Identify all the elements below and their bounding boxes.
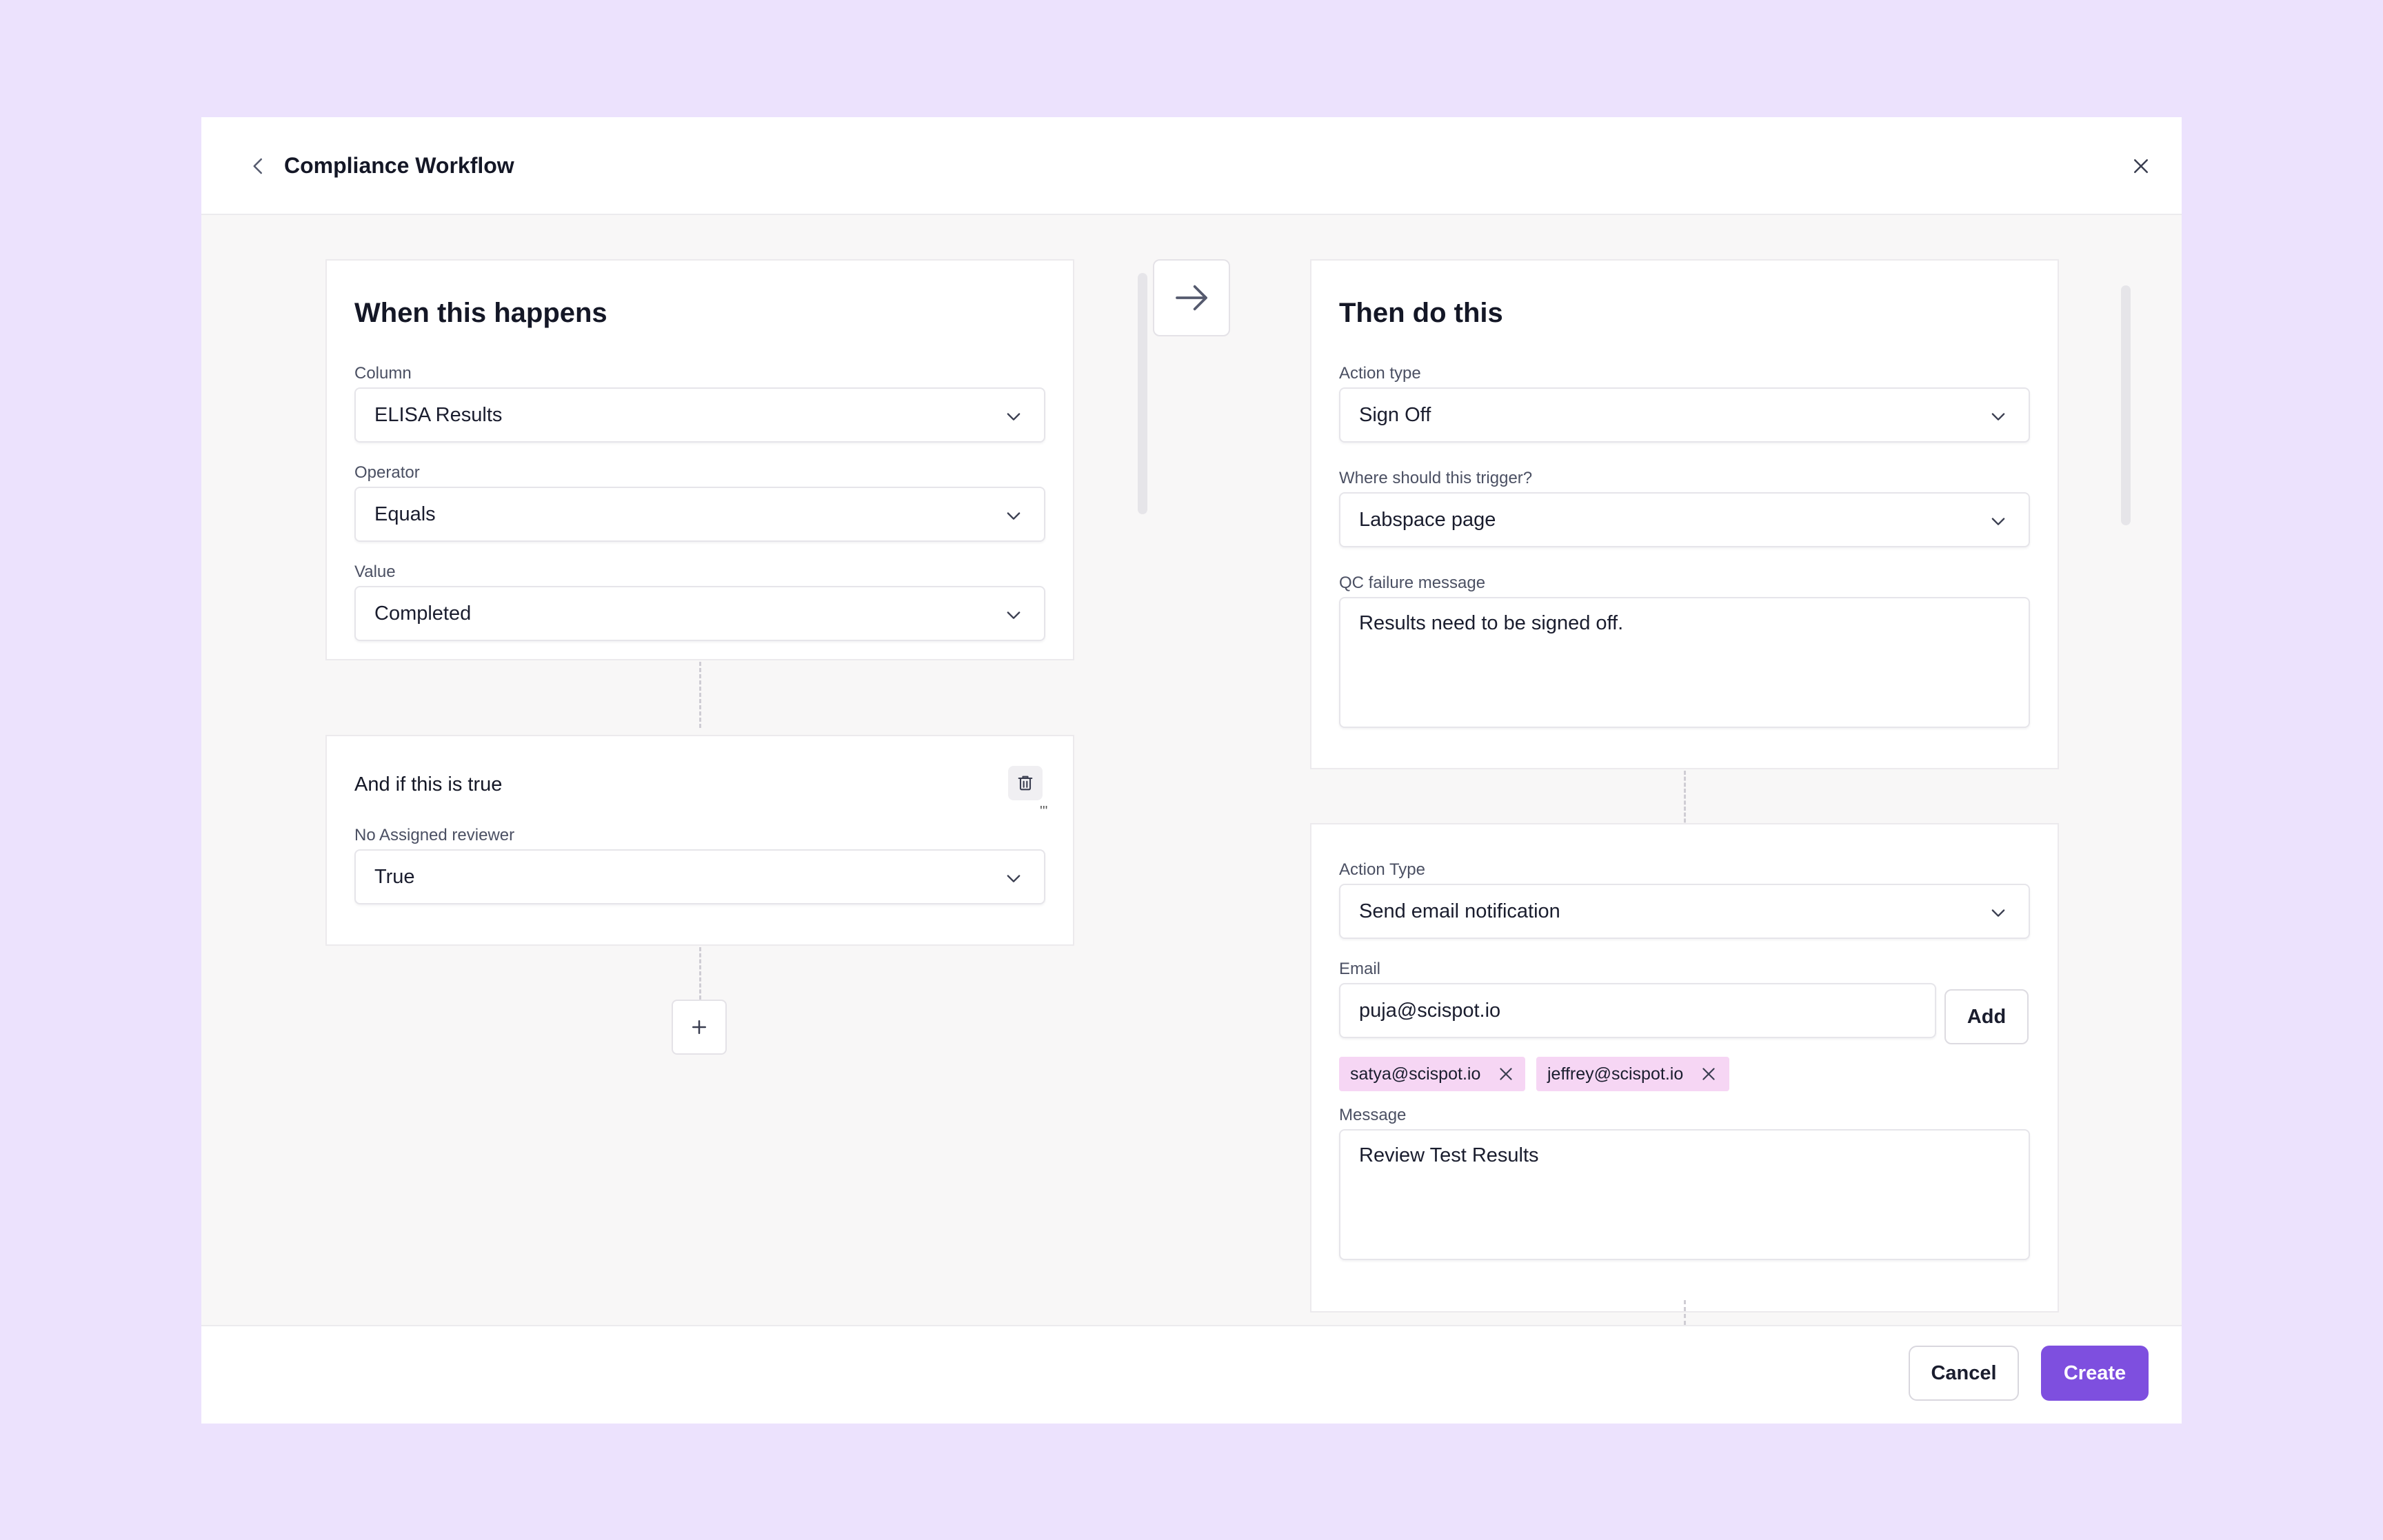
qc-message-textarea[interactable]: Results need to be signed off. — [1339, 597, 2030, 728]
chevron-down-icon — [1007, 413, 1020, 421]
delete-condition-button[interactable] — [1008, 766, 1043, 800]
action-type-label: Action type — [1339, 364, 1421, 383]
connector-line — [699, 947, 701, 1000]
modal-header: Compliance Workflow — [201, 117, 2182, 215]
reviewer-label: No Assigned reviewer — [354, 826, 515, 844]
column-value: ELISA Results — [374, 404, 503, 426]
email-tag: satya@scispot.io — [1339, 1057, 1525, 1091]
operator-select[interactable]: Equals — [354, 487, 1045, 542]
condition-heading: And if this is true — [354, 773, 503, 796]
close-icon — [2134, 159, 2148, 173]
connector-line — [1684, 771, 1686, 829]
trigger-heading: When this happens — [354, 298, 607, 328]
plus-icon — [692, 1020, 706, 1034]
trigger-location-value: Labspace page — [1359, 509, 1496, 531]
chevron-down-icon — [1007, 512, 1020, 520]
page-title: Compliance Workflow — [284, 153, 514, 178]
value-label: Value — [354, 563, 396, 581]
email-action-type-select[interactable]: Send email notification — [1339, 884, 2030, 939]
action-card: Then do this Action type Sign Off Where … — [1310, 259, 2059, 769]
message-label: Message — [1339, 1106, 1407, 1124]
trigger-location-select[interactable]: Labspace page — [1339, 492, 2030, 547]
trash-icon — [1018, 776, 1033, 791]
close-button[interactable] — [2124, 149, 2158, 183]
remove-tag-button[interactable] — [1698, 1064, 1719, 1084]
email-tag: jeffrey@scispot.io — [1536, 1057, 1729, 1091]
message-textarea[interactable]: Review Test Results — [1339, 1129, 2030, 1260]
modal-footer — [201, 1325, 2182, 1424]
email-input[interactable]: puja@scispot.io — [1339, 983, 1936, 1038]
chevron-down-icon — [1007, 875, 1020, 882]
column-select[interactable]: ELISA Results — [354, 387, 1045, 443]
chevron-down-icon — [1991, 413, 2005, 421]
qc-message-value: Results need to be signed off. — [1359, 612, 1624, 634]
chevron-left-icon — [253, 158, 262, 174]
add-email-button[interactable]: Add — [1944, 989, 2029, 1044]
email-value: puja@scispot.io — [1359, 1000, 1501, 1022]
email-action-type-label: Action Type — [1339, 860, 1425, 879]
condition-mark: ''' — [1040, 804, 1048, 819]
left-scrollbar[interactable] — [1138, 273, 1147, 514]
cancel-button[interactable]: Cancel — [1909, 1346, 2019, 1401]
value-select[interactable]: Completed — [354, 586, 1045, 641]
create-button[interactable]: Create — [2041, 1346, 2149, 1401]
flow-arrow-button[interactable] — [1153, 259, 1230, 336]
chevron-down-icon — [1991, 909, 2005, 917]
action-heading: Then do this — [1339, 298, 1503, 328]
trigger-location-label: Where should this trigger? — [1339, 469, 1533, 487]
qc-message-label: QC failure message — [1339, 574, 1486, 592]
remove-tag-button[interactable] — [1496, 1064, 1516, 1084]
close-icon — [1702, 1068, 1715, 1080]
arrow-right-icon — [1176, 285, 1207, 311]
action-type-select[interactable]: Sign Off — [1339, 387, 2030, 443]
workflow-modal: Compliance Workflow When this happens Co… — [201, 117, 2182, 1424]
condition-card: And if this is true No Assigned reviewer… — [325, 735, 1074, 946]
operator-label: Operator — [354, 463, 420, 482]
message-value: Review Test Results — [1359, 1144, 1539, 1166]
reviewer-select[interactable]: True — [354, 849, 1045, 904]
email-tag-text: satya@scispot.io — [1350, 1064, 1481, 1084]
email-label: Email — [1339, 960, 1381, 978]
email-tag-text: jeffrey@scispot.io — [1547, 1064, 1684, 1084]
chevron-down-icon — [1991, 518, 2005, 525]
email-action-type-value: Send email notification — [1359, 900, 1560, 922]
action-type-value: Sign Off — [1359, 404, 1431, 426]
value-value: Completed — [374, 602, 472, 625]
trigger-card: When this happens Column ELISA Results O… — [325, 259, 1074, 660]
connector-line — [699, 662, 701, 728]
reviewer-value: True — [374, 866, 415, 888]
connector-line — [1684, 1300, 1686, 1325]
column-label: Column — [354, 364, 412, 383]
operator-value: Equals — [374, 503, 436, 525]
chevron-down-icon — [1007, 611, 1020, 619]
add-condition-button[interactable] — [672, 1000, 727, 1055]
close-icon — [1500, 1068, 1513, 1080]
right-scrollbar[interactable] — [2121, 285, 2131, 525]
back-button[interactable] — [241, 149, 276, 183]
